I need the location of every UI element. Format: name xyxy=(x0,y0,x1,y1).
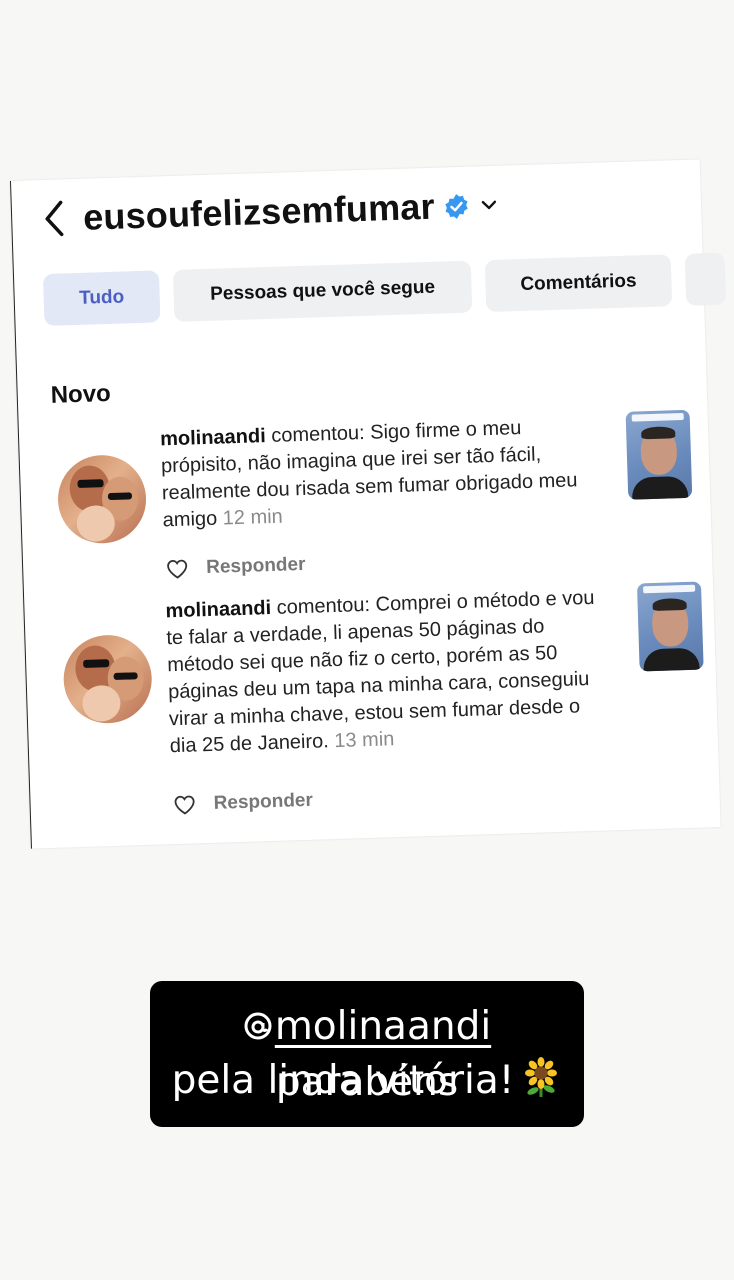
sunflower-emoji-icon xyxy=(525,1057,558,1097)
filter-tabs: Tudo Pessoas que você segue Comentários xyxy=(42,252,727,326)
chevron-down-icon[interactable] xyxy=(477,194,500,217)
notification-text: molinaandi comentou: Comprei o método e … xyxy=(165,585,600,760)
notification-username[interactable]: molinaandi xyxy=(160,425,266,450)
tab-more[interactable] xyxy=(684,252,727,306)
reply-button[interactable]: Responder xyxy=(213,790,313,815)
tab-comments[interactable]: Comentários xyxy=(484,254,673,313)
notification-actions: Responder xyxy=(166,554,306,580)
post-thumbnail[interactable] xyxy=(625,409,693,500)
notification-actions: Responder xyxy=(173,790,313,816)
post-thumbnail[interactable] xyxy=(636,581,704,672)
section-title: Novo xyxy=(50,379,112,409)
profile-header: eusoufelizsemfumar xyxy=(41,184,501,240)
heart-icon[interactable] xyxy=(166,559,189,580)
caption-line-2: pela linda vitória! xyxy=(150,1053,584,1109)
mention-link[interactable]: molinaandi xyxy=(243,1004,491,1049)
mention-username: molinaandi xyxy=(274,1004,492,1049)
tab-all[interactable]: Tudo xyxy=(42,270,161,326)
screenshot-card: eusoufelizsemfumar Tudo Pessoas que você… xyxy=(10,159,727,849)
notification-text: molinaandi comentou: Sigo firme o meu pr… xyxy=(160,413,593,534)
verified-badge-icon xyxy=(444,193,468,219)
notification-username[interactable]: molinaandi xyxy=(165,597,271,622)
avatar[interactable] xyxy=(56,453,148,545)
threads-at-icon xyxy=(244,1012,272,1040)
reply-button[interactable]: Responder xyxy=(206,554,306,579)
story-caption: molinaandi parabéns pela linda vitória! xyxy=(150,981,584,1127)
notification-item[interactable]: molinaandi comentou: Sigo firme o meu pr… xyxy=(52,409,702,579)
tab-people-you-follow[interactable]: Pessoas que você segue xyxy=(172,260,473,322)
back-arrow-icon[interactable] xyxy=(41,198,68,239)
notification-item[interactable]: molinaandi comentou: Comprei o método e … xyxy=(57,581,707,815)
avatar[interactable] xyxy=(62,633,154,725)
profile-username: eusoufelizsemfumar xyxy=(82,185,436,238)
caption-line-2-text: pela linda vitória! xyxy=(171,1058,515,1103)
notification-time: 12 min xyxy=(222,505,284,530)
notification-time: 13 min xyxy=(333,728,395,753)
heart-icon[interactable] xyxy=(173,794,196,815)
